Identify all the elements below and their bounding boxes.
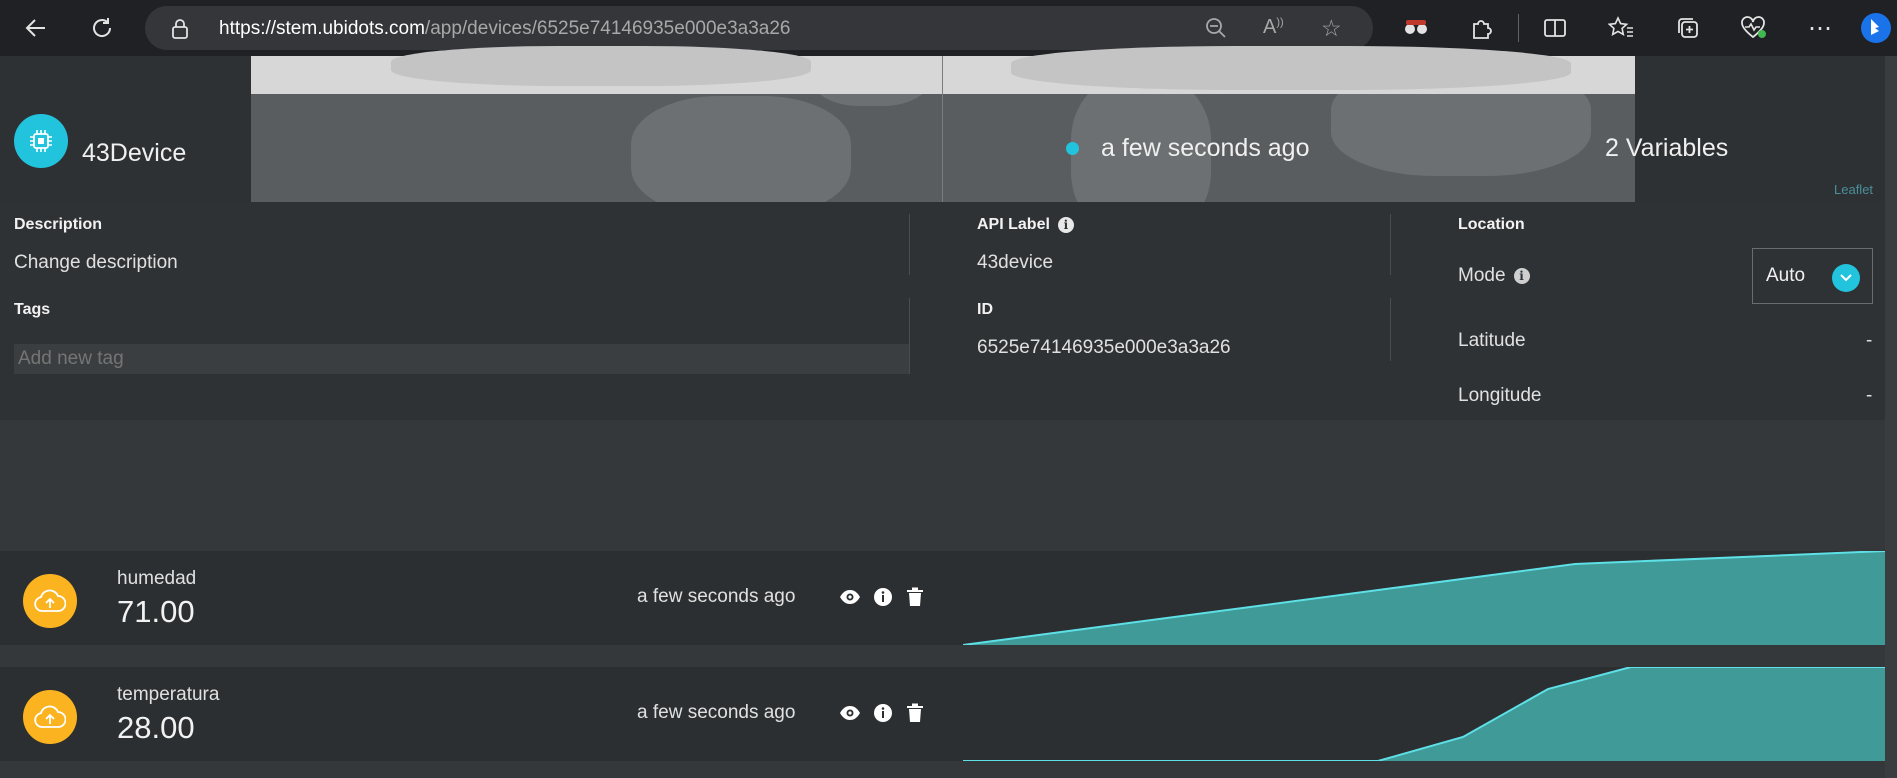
trash-icon[interactable]	[904, 586, 926, 608]
trash-icon[interactable]	[904, 702, 926, 724]
mode-label: Mode i	[1458, 265, 1530, 287]
extensions-puzzle-icon[interactable]	[1462, 8, 1502, 48]
variables-count: 2 Variables	[1605, 134, 1729, 162]
eye-icon[interactable]	[839, 702, 861, 724]
add-tag-input[interactable]	[14, 344, 909, 374]
device-info-panel	[0, 202, 1885, 420]
collections-icon[interactable]	[1668, 8, 1708, 48]
api-label-heading: API Label i	[977, 216, 1074, 234]
id-label: ID	[977, 301, 993, 318]
lock-icon[interactable]	[171, 18, 189, 45]
tags-label: Tags	[14, 301, 51, 318]
mode-info-icon[interactable]: i	[1513, 267, 1530, 284]
variable-value: 71.00	[117, 594, 195, 629]
scrollbar[interactable]	[1885, 56, 1897, 778]
cloud-upload-icon	[23, 574, 77, 628]
device-id-value: 6525e74146935e000e3a3a26	[977, 337, 1231, 358]
longitude-label: Longitude	[1458, 385, 1542, 406]
read-aloud-icon[interactable]: A))	[1263, 16, 1284, 39]
variable-row[interactable]: humedad 71.00 a few seconds ago	[0, 551, 1885, 645]
humedad-sparkline	[963, 551, 1885, 645]
sparkline-area	[963, 667, 1885, 761]
map-attribution[interactable]: Leaflet	[1834, 182, 1873, 197]
latitude-value: -	[1866, 330, 1873, 351]
variable-last-update: a few seconds ago	[637, 586, 796, 607]
temperatura-sparkline	[963, 667, 1885, 761]
info-icon[interactable]	[872, 586, 894, 608]
variable-value: 28.00	[117, 710, 195, 745]
bing-copilot-icon[interactable]	[1856, 8, 1896, 48]
device-name[interactable]: 43Device	[82, 139, 186, 168]
api-label-info-icon[interactable]: i	[1057, 216, 1074, 233]
divider	[1390, 298, 1391, 361]
divider	[1390, 214, 1391, 275]
address-bar[interactable]: https://stem.ubidots.com/app/devices/652…	[145, 6, 1373, 50]
cloud-upload-icon	[23, 690, 77, 744]
back-arrow-icon[interactable]	[16, 8, 56, 48]
device-chip-icon	[14, 114, 68, 168]
info-icon[interactable]	[872, 702, 894, 724]
variable-name[interactable]: temperatura	[117, 684, 219, 706]
favorites-icon[interactable]	[1601, 8, 1641, 48]
longitude-value: -	[1866, 385, 1873, 406]
description-label: Description	[14, 216, 103, 233]
divider	[909, 298, 910, 374]
mode-selected-value: Auto	[1766, 265, 1806, 286]
variable-name[interactable]: humedad	[117, 568, 196, 590]
variable-last-update: a few seconds ago	[637, 702, 796, 723]
api-label-value[interactable]: 43device	[977, 252, 1053, 274]
more-options-icon[interactable]: ⋯	[1800, 8, 1840, 48]
location-label: Location	[1458, 216, 1525, 233]
refresh-icon[interactable]	[82, 8, 122, 48]
browser-essentials-icon[interactable]	[1734, 8, 1774, 48]
extension-glasses-icon[interactable]	[1396, 8, 1436, 48]
description-field[interactable]: Change description	[14, 252, 178, 274]
map-meridian-line	[942, 56, 943, 202]
variable-row[interactable]: temperatura 28.00 a few seconds ago	[0, 667, 1885, 761]
latitude-label: Latitude	[1458, 330, 1526, 351]
zoom-out-icon[interactable]	[1205, 17, 1227, 44]
split-screen-icon[interactable]	[1535, 8, 1575, 48]
url-text[interactable]: https://stem.ubidots.com/app/devices/652…	[219, 18, 791, 40]
favorite-star-icon[interactable]: ☆	[1321, 15, 1342, 42]
eye-icon[interactable]	[839, 586, 861, 608]
location-mode-select[interactable]: Auto	[1752, 248, 1873, 304]
last-activity: a few seconds ago	[1101, 134, 1310, 162]
map-north-region	[251, 46, 1635, 94]
browser-toolbar: https://stem.ubidots.com/app/devices/652…	[0, 0, 1897, 56]
chevron-down-icon	[1832, 264, 1860, 292]
divider	[909, 214, 910, 275]
sparkline-area	[963, 551, 1885, 645]
status-dot-icon	[1066, 142, 1079, 155]
